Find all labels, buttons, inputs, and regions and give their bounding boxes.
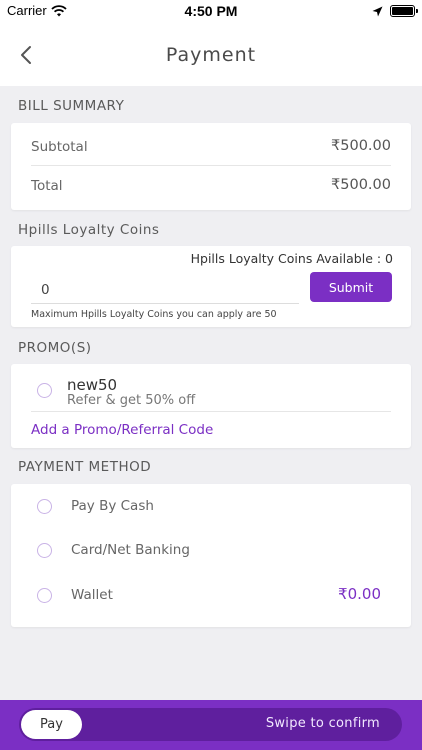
swipe-to-pay-track[interactable]: Pay Swipe to confirm	[19, 708, 402, 741]
submit-coins-button[interactable]: Submit	[310, 272, 392, 302]
payment-method-heading: PAYMENT METHOD	[18, 459, 152, 475]
divider	[31, 411, 391, 412]
bottom-bar: Pay Swipe to confirm	[0, 700, 422, 750]
nav-bar: Payment	[0, 22, 422, 86]
promo-code: new50	[67, 376, 118, 394]
bill-summary-card: Subtotal ₹500.00 Total ₹500.00	[11, 123, 411, 210]
bill-summary-heading: BILL SUMMARY	[18, 98, 125, 114]
swipe-hint: Swipe to confirm	[265, 716, 380, 731]
wallet-label[interactable]: Wallet	[71, 587, 113, 603]
add-promo-link[interactable]: Add a Promo/Referral Code	[31, 422, 213, 438]
pay-by-cash-label[interactable]: Pay By Cash	[71, 498, 154, 514]
battery-icon	[390, 5, 418, 17]
total-label: Total	[31, 178, 63, 194]
promo-description: Refer & get 50% off	[67, 393, 196, 408]
card-net-banking-radio[interactable]	[37, 543, 52, 558]
promos-card: new50 Refer & get 50% off Add a Promo/Re…	[11, 364, 411, 448]
card-net-banking-label[interactable]: Card/Net Banking	[71, 542, 190, 558]
promos-heading: PROMO(S)	[18, 340, 92, 356]
status-time: 4:50 PM	[184, 3, 238, 19]
page-title: Payment	[165, 44, 257, 66]
pay-by-cash-radio[interactable]	[37, 499, 52, 514]
wallet-radio[interactable]	[37, 588, 52, 603]
subtotal-value: ₹500.00	[331, 138, 391, 154]
total-value: ₹500.00	[331, 177, 391, 193]
coins-input[interactable]	[31, 276, 299, 304]
promo-radio[interactable]	[37, 383, 52, 398]
pay-knob[interactable]: Pay	[21, 710, 82, 739]
wallet-balance: ₹0.00	[338, 585, 381, 603]
coins-max-note: Maximum Hpills Loyalty Coins you can app…	[31, 309, 277, 320]
location-arrow-icon	[372, 4, 383, 22]
loyalty-heading: Hpills Loyalty Coins	[18, 222, 160, 238]
coins-available-text: Hpills Loyalty Coins Available : 0	[190, 251, 393, 266]
payment-method-card: Pay By Cash Card/Net Banking Wallet ₹0.0…	[11, 484, 411, 627]
status-bar: Carrier 4:50 PM	[0, 0, 422, 22]
loyalty-card: Hpills Loyalty Coins Available : 0 Submi…	[11, 246, 411, 327]
divider	[31, 165, 391, 166]
subtotal-label: Subtotal	[31, 139, 88, 155]
